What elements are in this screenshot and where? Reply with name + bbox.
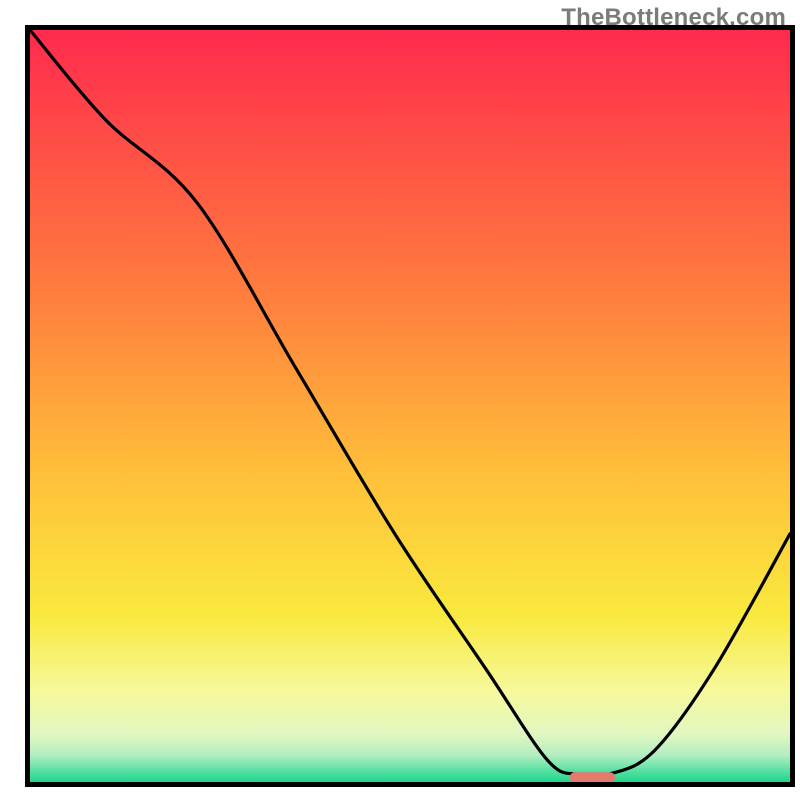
optimal-marker	[570, 772, 616, 783]
gradient-background	[30, 30, 790, 782]
chart-frame: TheBottleneck.com	[0, 0, 800, 800]
bottleneck-chart	[0, 0, 800, 800]
